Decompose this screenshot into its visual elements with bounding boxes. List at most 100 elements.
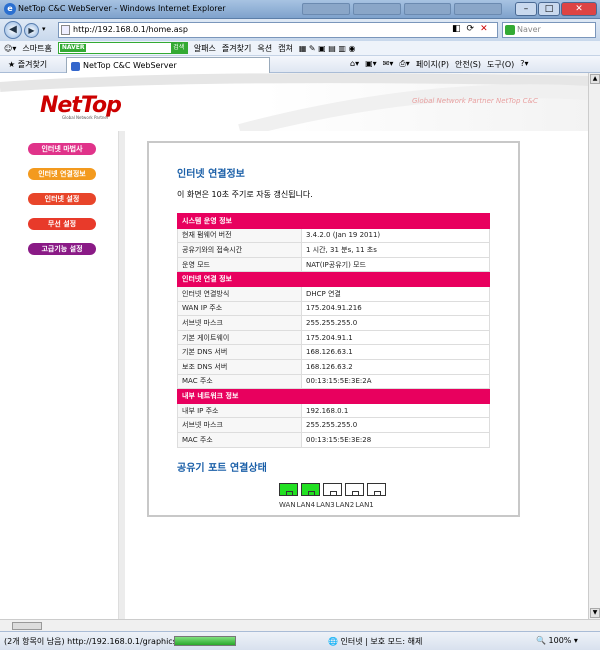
- scroll-up-icon[interactable]: ▲: [590, 74, 600, 84]
- compat-view-icon[interactable]: ◧: [452, 24, 461, 34]
- feeds-icon[interactable]: ▣▾: [365, 59, 377, 70]
- row-label: 운영 모드: [177, 256, 302, 273]
- stop-icon[interactable]: ✕: [480, 24, 488, 34]
- search-input[interactable]: Naver: [502, 22, 596, 38]
- vertical-scrollbar[interactable]: ▲ ▼: [588, 73, 600, 619]
- row-label: 서브넷 마스크: [177, 417, 302, 433]
- refresh-icon[interactable]: ⟳: [467, 24, 475, 34]
- menu-advanced-settings[interactable]: 고급기능 설정: [28, 243, 96, 255]
- capture-link[interactable]: 캡쳐: [278, 43, 293, 54]
- row-value: 168.126.63.1: [301, 344, 490, 360]
- row-label: 공유기와의 접속시간: [177, 242, 302, 258]
- browser-tab[interactable]: NetTop C&C WebServer: [66, 57, 270, 73]
- port-lan4-icon: [301, 483, 320, 496]
- port-wan-icon: [279, 483, 298, 496]
- tools-menu[interactable]: 도구(O): [487, 59, 514, 70]
- port-label: LAN3: [316, 501, 335, 509]
- horizontal-scrollbar[interactable]: [0, 619, 600, 631]
- mail-icon[interactable]: ✉▾: [383, 59, 394, 70]
- page-viewport: NetTop Global Network Partner Global Net…: [0, 73, 588, 619]
- row-value: 192.168.0.1: [301, 402, 490, 419]
- port-labels: WAN LAN4 LAN3 LAN2 LAN1: [279, 501, 375, 509]
- internal-section-header: 내부 네트워크 정보: [177, 388, 490, 404]
- table-row: 내부 IP 주소 192.168.0.1: [177, 402, 490, 419]
- toolbar-menu-icon[interactable]: ☺▾: [4, 44, 16, 53]
- help-icon[interactable]: ?▾: [520, 59, 528, 70]
- row-label: 기본 DNS 서버: [177, 344, 302, 360]
- zoom-level[interactable]: 🔍 100% ▾: [536, 636, 578, 645]
- tab-favicon: [71, 62, 80, 71]
- table-row: 기본 DNS 서버 168.126.63.1: [177, 344, 490, 360]
- row-label: 현재 펌웨어 버전: [177, 227, 302, 244]
- address-actions: ◧ ⟳ ✕: [452, 24, 488, 34]
- page-icon: [61, 25, 70, 35]
- port-label: LAN2: [335, 501, 355, 509]
- history-dropdown-icon[interactable]: ▾: [42, 25, 46, 33]
- security-zone[interactable]: 🌐 인터넷 | 보호 모드: 해제: [328, 636, 422, 647]
- back-icon[interactable]: ◀: [4, 21, 22, 39]
- row-value: 255.255.255.0: [301, 417, 490, 433]
- forward-icon[interactable]: ▶: [24, 23, 39, 38]
- table-row: MAC 주소 00:13:15:5E:3E:2A: [177, 373, 490, 390]
- load-progress-fill: [175, 637, 235, 645]
- address-bar-row: ◀ ▶ ▾ http://192.168.0.1/home.asp ◧ ⟳ ✕ …: [0, 19, 600, 41]
- table-row: 공유기와의 접속시간 1 시간, 31 분s, 11 초s: [177, 242, 490, 258]
- home-icon[interactable]: ⌂▾: [350, 59, 359, 70]
- naver-search-field[interactable]: NAVER 검색: [57, 42, 188, 54]
- ports-title: 공유기 포트 연결상태: [177, 463, 267, 474]
- port-lan3-icon: [323, 483, 342, 496]
- close-button[interactable]: ✕: [561, 2, 597, 16]
- table-row: 운영 모드 NAT(IP공유기) 모드: [177, 256, 490, 273]
- window-titlebar: e NetTop C&C WebServer - Windows Interne…: [0, 0, 600, 19]
- tabs-toolbar: ★ 즐겨찾기 NetTop C&C WebServer ⌂▾ ▣▾ ✉▾ ⎙▾ …: [0, 56, 600, 73]
- page-title: 인터넷 연결정보: [177, 169, 245, 180]
- row-value: 00:13:15:5E:3E:28: [301, 431, 490, 448]
- info-table: 시스템 운영 정보 현재 펌웨어 버전 3.4.2.0 (Jan 19 2011) 공…: [177, 213, 490, 448]
- row-value: 175.204.91.1: [301, 329, 490, 346]
- row-value: 168.126.63.2: [301, 358, 490, 375]
- safety-menu[interactable]: 안전(S): [455, 59, 481, 70]
- system-section-header: 시스템 운영 정보: [177, 213, 490, 229]
- status-text: (2개 항목이 남음) http://192.168.0.1/graphics/…: [4, 637, 190, 646]
- row-label: MAC 주소: [177, 431, 302, 448]
- row-value: DHCP 연결: [301, 285, 490, 302]
- minimize-button[interactable]: –: [515, 2, 537, 16]
- print-icon[interactable]: ⎙▾: [399, 59, 409, 70]
- favorites-link[interactable]: 즐겨찾기: [222, 43, 251, 54]
- table-row: 보조 DNS 서버 168.126.63.2: [177, 358, 490, 375]
- scroll-down-icon[interactable]: ▼: [590, 608, 600, 618]
- naver-search-button[interactable]: 검색: [170, 43, 187, 53]
- table-row: 서브넷 마스크 255.255.255.0: [177, 417, 490, 433]
- row-label: 서브넷 마스크: [177, 315, 302, 331]
- auction-link[interactable]: 옥션: [257, 43, 272, 54]
- row-label: WAN IP 주소: [177, 300, 302, 317]
- toolbar-extra-icons[interactable]: ▦ ✎ ▣ ▤ ▥ ◉: [299, 44, 356, 53]
- menu-internet-settings[interactable]: 인터넷 설정: [28, 193, 96, 205]
- site-header: NetTop Global Network Partner Global Net…: [0, 73, 588, 131]
- table-row: 인터넷 연결방식 DHCP 연결: [177, 285, 490, 302]
- row-label: 내부 IP 주소: [177, 402, 302, 419]
- menu-internet-wizard[interactable]: 인터넷 마법사: [28, 143, 96, 155]
- smarthome-link[interactable]: 스마트홈: [22, 43, 51, 54]
- table-row: MAC 주소 00:13:15:5E:3E:28: [177, 431, 490, 448]
- menu-wireless-settings[interactable]: 무선 설정: [28, 218, 96, 230]
- nettop-logo[interactable]: NetTop Global Network Partner: [40, 93, 122, 120]
- port-label: WAN: [279, 501, 296, 509]
- content-panel: 인터넷 연결정보 이 화면은 10초 주기로 자동 갱신됩니다. 시스템 운영 …: [147, 141, 520, 517]
- url-input[interactable]: http://192.168.0.1/home.asp: [58, 22, 498, 38]
- internet-section-header: 인터넷 연결 정보: [177, 271, 490, 287]
- row-value: 3.4.2.0 (Jan 19 2011): [301, 227, 490, 244]
- section-header-label: 시스템 운영 정보: [177, 213, 490, 229]
- row-label: 인터넷 연결방식: [177, 285, 302, 302]
- maximize-button[interactable]: □: [538, 2, 560, 16]
- page-menu[interactable]: 페이지(P): [416, 59, 449, 70]
- port-status-row: [279, 483, 386, 496]
- row-value: 255.255.255.0: [301, 315, 490, 331]
- refresh-note: 이 화면은 10초 주기로 자동 갱신됩니다.: [177, 190, 313, 199]
- horizontal-scroll-thumb[interactable]: [12, 622, 42, 630]
- section-header-label: 내부 네트워크 정보: [177, 388, 490, 404]
- menu-internet-status[interactable]: 인터넷 연결정보: [28, 168, 96, 180]
- load-progress: [174, 636, 236, 646]
- favorites-button[interactable]: ★ 즐겨찾기: [8, 59, 47, 70]
- alpass-link[interactable]: 알패스: [194, 43, 216, 54]
